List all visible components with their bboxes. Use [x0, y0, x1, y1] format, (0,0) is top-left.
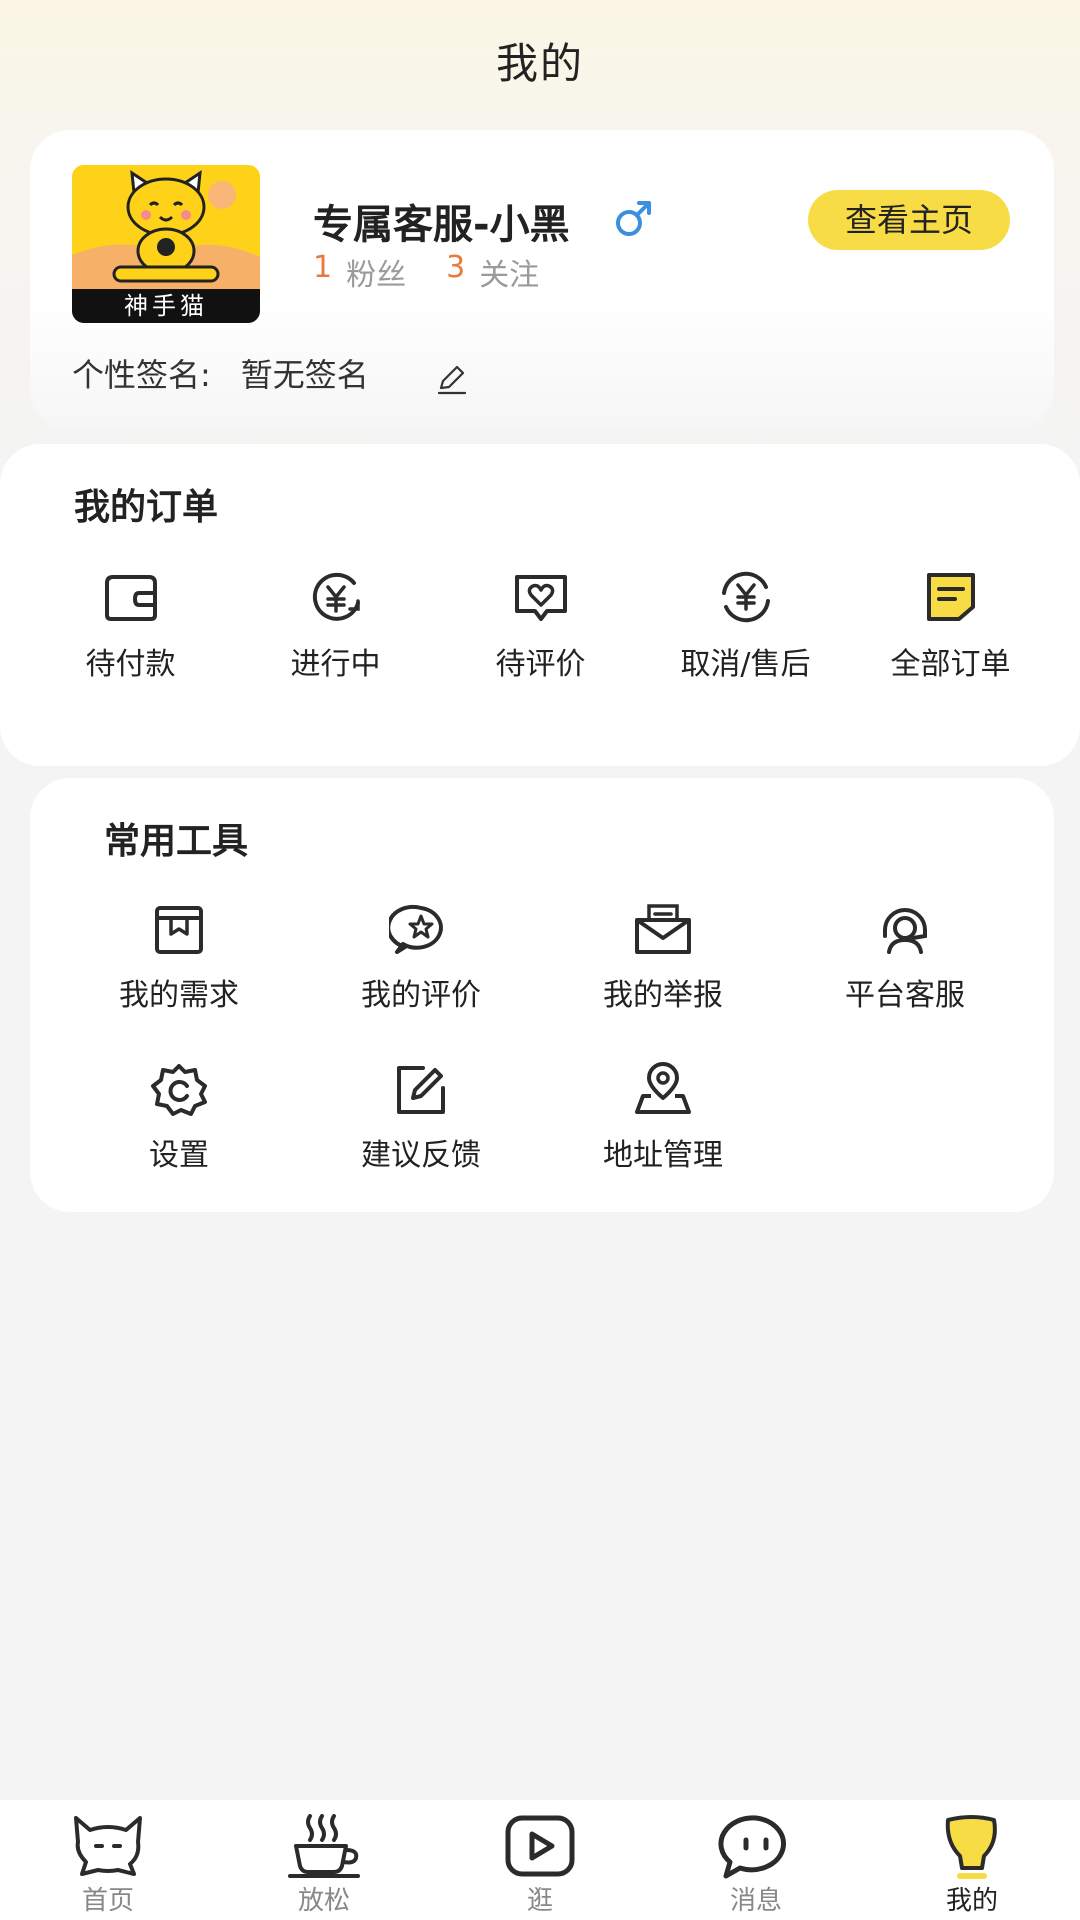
signature-value: 暂无签名	[240, 356, 369, 394]
star-chat-icon	[389, 904, 443, 954]
fans-stat[interactable]: 1 粉丝	[313, 250, 406, 294]
tool-label: 地址管理	[603, 1138, 723, 1173]
tools-title: 常用工具	[104, 821, 249, 862]
order-label: 取消/售后	[680, 647, 811, 682]
avatar-caption: 神手猫	[72, 289, 260, 323]
tab-home[interactable]: 首页	[0, 1800, 216, 1920]
tab-label: 放松	[297, 1886, 350, 1916]
map-pin-icon	[635, 1062, 691, 1114]
pencil-icon[interactable]	[435, 362, 469, 396]
tool-settings[interactable]: 设置	[58, 1062, 300, 1174]
order-to-review[interactable]: 待评价	[438, 569, 643, 683]
tool-address-management[interactable]: 地址管理	[542, 1062, 784, 1174]
tab-messages[interactable]: 消息	[648, 1800, 864, 1920]
follow-label: 关注	[479, 258, 540, 293]
tab-label: 逛	[526, 1886, 553, 1916]
orders-card: 我的订单 待付款 进行中 待评价 取消/售后 全部订单	[0, 444, 1080, 766]
tab-label: 我的	[945, 1886, 998, 1916]
envelope-icon	[635, 904, 691, 954]
page-title: 我的	[495, 39, 584, 88]
tool-my-reports[interactable]: 我的举报	[542, 902, 784, 1014]
tab-label: 消息	[729, 1886, 782, 1916]
order-label: 待评价	[495, 647, 586, 682]
chat-bubble-icon	[718, 1815, 787, 1879]
follow-stats: 1 粉丝 3 关注	[313, 250, 579, 294]
tool-label: 我的举报	[603, 978, 723, 1013]
tool-my-reviews[interactable]: 我的评价	[300, 902, 542, 1014]
fans-count: 1	[313, 250, 333, 285]
signature-label: 个性签名:	[72, 356, 211, 394]
tool-label: 建议反馈	[361, 1138, 481, 1173]
view-homepage-button[interactable]: 查看主页	[808, 190, 1010, 250]
fans-label: 粉丝	[346, 258, 407, 293]
order-label: 待付款	[85, 647, 176, 682]
order-in-progress[interactable]: 进行中	[233, 569, 438, 683]
tab-relax[interactable]: 放松	[216, 1800, 432, 1920]
tools-card: 常用工具 我的需求 我的评价 我的举报 平台客服 设置 建议反馈 地址管理	[30, 778, 1054, 1212]
order-list-icon	[926, 573, 975, 621]
order-label: 全部订单	[890, 647, 1011, 682]
cat-icon	[74, 1816, 142, 1876]
tool-feedback[interactable]: 建议反馈	[300, 1062, 542, 1174]
nickname: 专属客服-小黑	[313, 202, 570, 248]
cat-mascot-icon	[72, 165, 260, 289]
order-all[interactable]: 全部订单	[848, 569, 1053, 683]
tool-label: 我的需求	[119, 978, 239, 1013]
coffee-cup-icon	[288, 1814, 360, 1878]
tab-mine[interactable]: 我的	[864, 1800, 1080, 1920]
heart-chat-icon	[514, 575, 567, 621]
signature: 个性签名: 暂无签名	[72, 350, 369, 396]
avatar[interactable]: 神手猫	[72, 165, 260, 323]
tool-label: 平台客服	[845, 978, 965, 1013]
tab-browse[interactable]: 逛	[432, 1800, 648, 1920]
tool-platform-service[interactable]: 平台客服	[784, 902, 1026, 1014]
archive-box-icon	[155, 906, 203, 954]
tab-label: 首页	[81, 1886, 134, 1916]
wallet-icon	[104, 575, 157, 621]
headset-icon	[883, 908, 927, 954]
profile-card: 神手猫 专属客服-小黑 1 粉丝 3 关注 查看主页 个性签名: 暂无签名	[30, 130, 1054, 430]
bottom-tab-bar: 首页 放松 逛 消息 我的	[0, 1800, 1080, 1920]
tool-label: 设置	[149, 1138, 209, 1173]
order-after-sales[interactable]: 取消/售后	[643, 569, 848, 683]
gear-icon	[151, 1064, 207, 1116]
follow-stat[interactable]: 3 关注	[446, 250, 539, 294]
orders-title: 我的订单	[74, 487, 219, 528]
follow-count: 3	[446, 250, 466, 285]
yuan-exchange-icon	[721, 571, 770, 623]
play-icon	[505, 1815, 575, 1877]
edit-square-icon	[397, 1066, 445, 1114]
tool-label: 我的评价	[361, 978, 481, 1013]
order-pending-payment[interactable]: 待付款	[28, 569, 233, 683]
order-label: 进行中	[290, 647, 381, 682]
profile-icon	[945, 1815, 997, 1879]
male-icon	[616, 201, 651, 236]
yuan-refresh-icon	[312, 572, 360, 621]
tool-my-requests[interactable]: 我的需求	[58, 902, 300, 1014]
